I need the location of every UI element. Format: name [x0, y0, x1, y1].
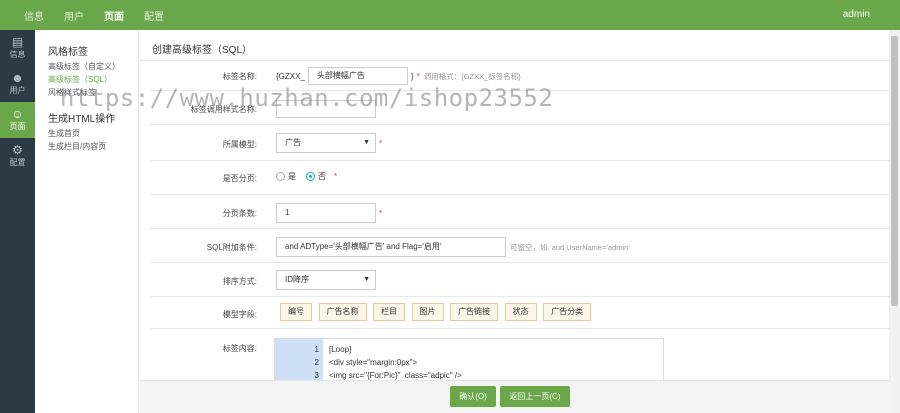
field-button-ad-link[interactable]: 广告链接	[450, 303, 499, 321]
doc-icon: ▤	[11, 35, 24, 49]
field-button-column[interactable]: 栏目	[373, 303, 406, 321]
subnav-link-gen-home[interactable]: 生成首页	[48, 129, 138, 139]
style-name-label: 标签调用样式名称:	[190, 105, 257, 114]
model-select[interactable]: 广告 ▼	[276, 133, 376, 153]
top-bar: 信息 用户 页面 配置 admin	[0, 0, 900, 30]
topnav-config[interactable]: 配置	[144, 8, 164, 23]
model-select-value: 广告	[285, 138, 301, 147]
tag-name-input[interactable]: 头部横幅广告	[307, 67, 408, 85]
paging-yes-radio[interactable]	[276, 172, 285, 181]
page-title: 创建高级标签（SQL）	[140, 30, 889, 61]
sql-cond-input[interactable]: and ADType='头部横幅广告' and Flag='启用'	[276, 237, 506, 257]
style-name-input[interactable]	[276, 100, 376, 118]
page-size-input[interactable]: 1	[276, 203, 376, 223]
sort-select-value: ID降序	[285, 275, 309, 284]
paging-yes-label: 是	[288, 172, 296, 181]
line-number: 3	[314, 371, 319, 380]
sidebar-item-label: 页面	[9, 122, 26, 131]
field-button-image[interactable]: 图片	[411, 303, 444, 321]
model-fields-label: 模型字段:	[222, 310, 257, 319]
tag-name-hint: 调用格式：{GZXX_标签名称}	[423, 71, 521, 81]
subnav-section-title: 风格标签	[48, 47, 88, 58]
line-number: 1	[314, 345, 319, 354]
paging-label: 是否分页:	[222, 174, 257, 183]
code-line: <img src="{For:Pic}" class="adpic" />	[329, 371, 462, 380]
page-size-label: 分页条数:	[222, 209, 257, 218]
sub-nav: 风格标签 高级标签（自定义） 高级标签（SQL） 风格样式标签 生成HTML操作…	[35, 30, 139, 413]
code-line: [Loop]	[329, 345, 352, 354]
required-mark: *	[334, 172, 338, 181]
tag-form: 标签名称: {GZXX_ 头部横幅广告 } * 调用格式：{GZXX_标签名称}…	[150, 61, 889, 409]
field-button-ad-name[interactable]: 广告名称	[318, 303, 367, 321]
paging-no-label: 否	[318, 172, 326, 181]
sidebar-item-label: 用户	[9, 86, 26, 95]
tag-name-label: 标签名称:	[222, 72, 257, 81]
sidebar-item-config[interactable]: ⚙ 配置	[0, 138, 35, 174]
page-user-icon: ☺	[11, 107, 24, 121]
form-row-paging: 是否分页: 是 否 *	[150, 161, 889, 195]
line-number: 2	[314, 358, 319, 367]
form-row-sql: SQL附加条件: and ADType='头部横幅广告' and Flag='启…	[150, 229, 889, 263]
confirm-button[interactable]: 确认(O)	[450, 386, 496, 407]
sort-select[interactable]: ID降序 ▼	[276, 270, 376, 290]
form-row-page-size: 分页条数: 1 *	[150, 195, 889, 229]
topnav-users[interactable]: 用户	[64, 8, 84, 23]
topnav-info[interactable]: 信息	[24, 8, 44, 23]
sidebar-item-label: 信息	[9, 50, 26, 59]
sidebar-item-label: 配置	[9, 158, 26, 167]
form-row-sort: 排序方式: ID降序 ▼	[150, 263, 889, 297]
tag-name-suffix: }	[410, 71, 414, 81]
chevron-down-icon: ▼	[363, 276, 370, 283]
field-button-ad-category[interactable]: 广告分类	[543, 303, 592, 321]
field-button-status[interactable]: 状态	[504, 303, 537, 321]
sidebar-item-pages[interactable]: ☺ 页面	[0, 102, 35, 138]
form-footer: 确认(O) 返回上一页(C)	[140, 380, 889, 413]
sidebar-item-users[interactable]: ☻ 用户	[0, 66, 35, 102]
sort-label: 排序方式:	[222, 277, 257, 286]
code-line: <div style="margin:0px">	[329, 358, 418, 367]
content-label: 标签内容:	[222, 344, 257, 353]
subnav-link-custom-tag[interactable]: 高级标签（自定义）	[48, 62, 138, 72]
paging-no-radio[interactable]	[306, 172, 315, 181]
subnav-section-title: 生成HTML操作	[48, 114, 116, 125]
form-row-style-name: 标签调用样式名称:	[150, 91, 889, 125]
subnav-link-style-tag[interactable]: 风格样式标签	[48, 88, 138, 98]
form-row-model: 所属模型: 广告 ▼ *	[150, 125, 889, 161]
chevron-down-icon: ▼	[363, 139, 370, 146]
left-sidebar: ▤ 信息 ☻ 用户 ☺ 页面 ⚙ 配置	[0, 30, 35, 413]
required-mark: *	[416, 71, 420, 81]
back-button[interactable]: 返回上一页(C)	[500, 386, 570, 407]
sql-cond-label: SQL附加条件:	[206, 243, 257, 252]
form-row-model-fields: 模型字段: 编号 广告名称 栏目 图片 广告链接 状态 广告分类	[150, 297, 889, 329]
required-mark: *	[379, 138, 383, 148]
tag-name-prefix: {GZXX_	[276, 71, 305, 81]
users-icon: ☻	[11, 71, 24, 85]
subnav-link-gen-content[interactable]: 生成栏目/内容页	[48, 142, 138, 152]
user-menu[interactable]: admin	[843, 9, 870, 20]
sidebar-item-info[interactable]: ▤ 信息	[0, 30, 35, 66]
sql-cond-hint: 可留空，如: and UserName='admin'	[510, 242, 630, 252]
gear-icon: ⚙	[12, 143, 23, 157]
model-label: 所属模型:	[222, 140, 257, 149]
subnav-link-sql-tag[interactable]: 高级标签（SQL）	[48, 75, 138, 85]
topnav-pages[interactable]: 页面	[104, 8, 124, 23]
field-button-id[interactable]: 编号	[280, 303, 312, 321]
required-mark: *	[379, 208, 383, 218]
form-row-tag-name: 标签名称: {GZXX_ 头部横幅广告 } * 调用格式：{GZXX_标签名称}	[150, 61, 889, 91]
scrollbar[interactable]	[889, 30, 900, 413]
scrollbar-thumb[interactable]	[891, 36, 898, 306]
top-nav: 信息 用户 页面 配置	[24, 0, 164, 30]
